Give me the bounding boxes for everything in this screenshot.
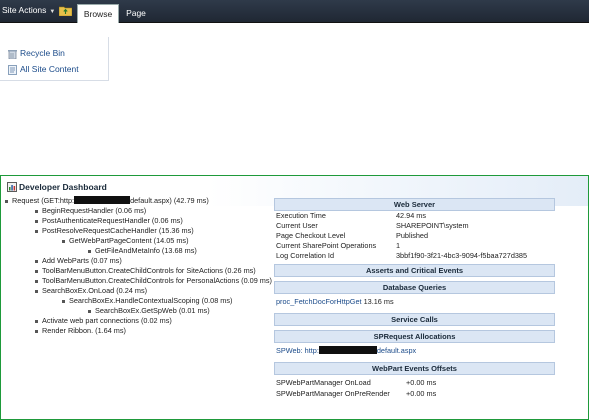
tab-browse[interactable]: Browse — [77, 4, 119, 23]
tree-node: ToolBarMenuButton.CreateChildControls fo… — [35, 266, 256, 276]
tree-node-label: PostAuthenticateRequestHandler (0.06 ms) — [42, 216, 183, 225]
query-link[interactable]: proc_FetchDocForHttpGet — [276, 297, 362, 306]
tree-node-label: SearchBoxEx.OnLoad (0.24 ms) — [42, 286, 148, 295]
tree-node: Render Ribbon. (1.64 ms) — [35, 326, 126, 336]
tree-node-label: ToolBarMenuButton.CreateChildControls fo… — [42, 276, 272, 285]
tree-node-label: GetWebPartPageContent (14.05 ms) — [69, 236, 189, 245]
web-server-row: Log Correlation Id 3bbf1f90-3f21-4bc3-909… — [276, 251, 527, 261]
row-key: SPWebPartManager OnLoad — [276, 378, 371, 387]
tree-node: ToolBarMenuButton.CreateChildControls fo… — [35, 276, 272, 286]
site-actions-label: Site Actions — [2, 5, 47, 15]
tree-node-label: Activate web part connections (0.02 ms) — [42, 316, 172, 325]
tree-node: SearchBoxEx.GetSpWeb (0.01 ms) — [88, 306, 210, 316]
bullet-icon — [35, 259, 38, 263]
bullet-icon — [35, 229, 38, 233]
tree-node: PostResolveRequestCacheHandler (15.36 ms… — [35, 226, 194, 236]
spweb-link-post: default.aspx — [376, 346, 417, 355]
bullet-icon — [88, 249, 91, 253]
quick-launch: Recycle Bin All Site Content — [0, 37, 109, 81]
developer-dashboard: Developer Dashboard Request (GET:http: de… — [0, 175, 589, 420]
row-key: Execution Time — [276, 211, 326, 220]
dashboard-title-text: Developer Dashboard — [19, 182, 107, 192]
query-time: 13.16 ms — [363, 297, 394, 306]
request-text-pre: Request (GET:http: — [12, 196, 75, 205]
row-key: SPWebPartManager OnPreRender — [276, 389, 390, 398]
request-text-post: default.aspx) (42.79 ms) — [130, 196, 209, 205]
bullet-icon — [62, 299, 65, 303]
site-content-icon — [8, 64, 17, 75]
database-query-row: proc_FetchDocForHttpGet 13.16 ms — [276, 297, 394, 306]
bullet-icon — [5, 199, 8, 203]
tree-node-label: SearchBoxEx.HandleContextualScoping (0.0… — [69, 296, 233, 305]
web-server-row: Current User SHAREPOINT\system — [276, 221, 469, 231]
webpart-event-row: SPWebPartManager OnLoad +0.00 ms — [276, 378, 436, 388]
asserts-header: Asserts and Critical Events — [274, 264, 555, 277]
bullet-icon — [35, 219, 38, 223]
tree-node: SearchBoxEx.OnLoad (0.24 ms) — [35, 286, 147, 296]
redacted-url-block — [74, 196, 131, 204]
bullet-icon — [88, 309, 91, 313]
row-value: 3bbf1f90-3f21-4bc3-9094-f5baa727d385 — [396, 251, 528, 260]
bullet-icon — [35, 329, 38, 333]
dashboard-icon — [7, 182, 17, 192]
row-key: Page Checkout Level — [276, 231, 346, 240]
tree-node-label: SearchBoxEx.GetSpWeb (0.01 ms) — [95, 306, 210, 315]
tree-node: Activate web part connections (0.02 ms) — [35, 316, 172, 326]
all-site-content-label: All Site Content — [20, 64, 79, 74]
row-value: 42.94 ms — [396, 211, 427, 220]
row-value: +0.00 ms — [406, 378, 437, 387]
tree-node-label: GetFileAndMetaInfo (13.68 ms) — [95, 246, 197, 255]
row-key: Log Correlation Id — [276, 251, 335, 260]
chevron-down-icon: ▼ — [49, 9, 56, 15]
dashboard-title: Developer Dashboard — [7, 182, 107, 192]
bullet-icon — [62, 239, 65, 243]
service-calls-header: Service Calls — [274, 313, 555, 326]
site-actions-menu[interactable]: Site Actions ▼ — [2, 5, 55, 15]
web-server-row: Current SharePoint Operations 1 — [276, 241, 400, 251]
tree-node: BeginRequestHandler (0.06 ms) — [35, 206, 146, 216]
webpart-event-row: SPWebPartManager OnPreRender +0.00 ms — [276, 389, 436, 399]
tab-page[interactable]: Page — [124, 4, 148, 22]
recycle-bin-link[interactable]: Recycle Bin — [8, 48, 65, 60]
bullet-icon — [35, 269, 38, 273]
tree-node-label: Render Ribbon. (1.64 ms) — [42, 326, 126, 335]
webpart-events-header: WebPart Events Offsets — [274, 362, 555, 375]
web-server-row: Page Checkout Level Published — [276, 231, 428, 241]
bullet-icon — [35, 279, 38, 283]
bullet-icon — [35, 209, 38, 213]
tree-node-label: PostResolveRequestCacheHandler (15.36 ms… — [42, 226, 194, 235]
web-server-header: Web Server — [274, 198, 555, 211]
row-key: Current User — [276, 221, 318, 230]
row-key: Current SharePoint Operations — [276, 241, 377, 250]
recycle-bin-label: Recycle Bin — [20, 48, 65, 58]
tree-node-request: Request (GET:http: default.aspx) (42.79 m… — [5, 196, 209, 206]
row-value: SHAREPOINT\system — [396, 221, 469, 230]
tree-node: PostAuthenticateRequestHandler (0.06 ms) — [35, 216, 183, 226]
bullet-icon — [35, 319, 38, 323]
navigate-up-folder-icon[interactable] — [59, 5, 72, 16]
tree-node: SearchBoxEx.HandleContextualScoping (0.0… — [62, 296, 232, 306]
row-value: 1 — [396, 241, 401, 250]
tree-node-label: Add WebParts (0.07 ms) — [42, 256, 122, 265]
all-site-content-link[interactable]: All Site Content — [8, 64, 79, 76]
tree-node: Add WebParts (0.07 ms) — [35, 256, 122, 266]
tree-node-label: BeginRequestHandler (0.06 ms) — [42, 206, 147, 215]
ribbon-bar: Site Actions ▼ Browse Page — [0, 0, 589, 23]
tree-node: GetWebPartPageContent (14.05 ms) — [62, 236, 189, 246]
recycle-bin-icon — [8, 49, 17, 60]
tree-node-label: ToolBarMenuButton.CreateChildControls fo… — [42, 266, 256, 275]
sprequest-allocations-header: SPRequest Allocations — [274, 330, 555, 343]
spweb-allocation-link[interactable]: SPWeb: http: default.aspx — [276, 346, 416, 355]
database-queries-header: Database Queries — [274, 281, 555, 294]
spweb-link-pre: SPWeb: http: — [276, 346, 319, 355]
tree-node: GetFileAndMetaInfo (13.68 ms) — [88, 246, 197, 256]
redacted-url-block — [318, 346, 377, 354]
bullet-icon — [35, 289, 38, 293]
row-value: Published — [396, 231, 429, 240]
web-server-row: Execution Time 42.94 ms — [276, 211, 426, 221]
row-value: +0.00 ms — [406, 389, 437, 398]
